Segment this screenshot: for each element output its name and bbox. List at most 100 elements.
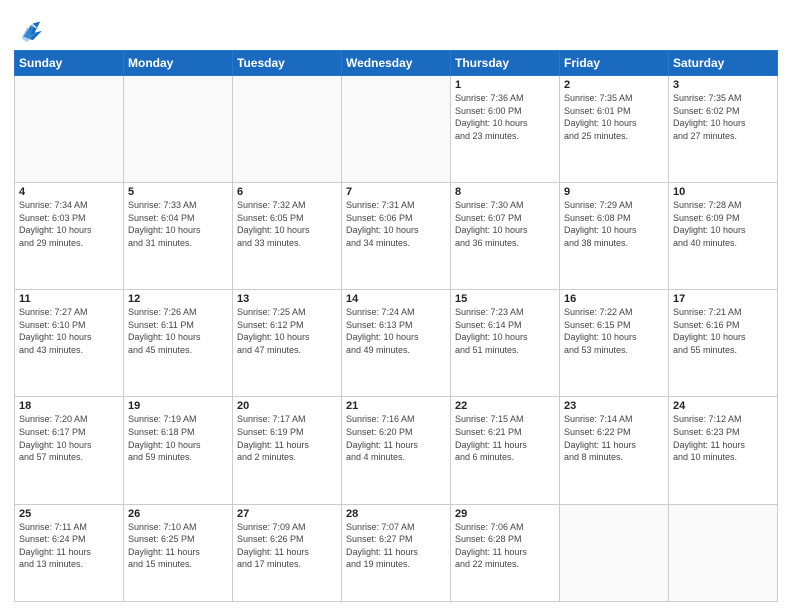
day-info: Sunrise: 7:19 AM Sunset: 6:18 PM Dayligh… <box>128 413 228 463</box>
calendar-cell: 1Sunrise: 7:36 AM Sunset: 6:00 PM Daylig… <box>451 76 560 183</box>
day-info: Sunrise: 7:34 AM Sunset: 6:03 PM Dayligh… <box>19 199 119 249</box>
calendar-cell: 11Sunrise: 7:27 AM Sunset: 6:10 PM Dayli… <box>15 290 124 397</box>
day-number: 22 <box>455 400 555 412</box>
day-number: 7 <box>346 186 446 198</box>
day-info: Sunrise: 7:20 AM Sunset: 6:17 PM Dayligh… <box>19 413 119 463</box>
day-info: Sunrise: 7:31 AM Sunset: 6:06 PM Dayligh… <box>346 199 446 249</box>
day-number: 27 <box>237 508 337 520</box>
week-row: 1Sunrise: 7:36 AM Sunset: 6:00 PM Daylig… <box>15 76 778 183</box>
col-header-tuesday: Tuesday <box>233 51 342 76</box>
calendar-cell: 27Sunrise: 7:09 AM Sunset: 6:26 PM Dayli… <box>233 504 342 601</box>
day-info: Sunrise: 7:07 AM Sunset: 6:27 PM Dayligh… <box>346 521 446 571</box>
week-row: 4Sunrise: 7:34 AM Sunset: 6:03 PM Daylig… <box>15 183 778 290</box>
calendar-cell: 6Sunrise: 7:32 AM Sunset: 6:05 PM Daylig… <box>233 183 342 290</box>
col-header-wednesday: Wednesday <box>342 51 451 76</box>
day-info: Sunrise: 7:16 AM Sunset: 6:20 PM Dayligh… <box>346 413 446 463</box>
day-number: 18 <box>19 400 119 412</box>
day-info: Sunrise: 7:35 AM Sunset: 6:02 PM Dayligh… <box>673 92 773 142</box>
day-number: 24 <box>673 400 773 412</box>
day-number: 14 <box>346 293 446 305</box>
day-info: Sunrise: 7:32 AM Sunset: 6:05 PM Dayligh… <box>237 199 337 249</box>
calendar-table: SundayMondayTuesdayWednesdayThursdayFrid… <box>14 50 778 602</box>
day-number: 25 <box>19 508 119 520</box>
day-number: 15 <box>455 293 555 305</box>
calendar-cell: 28Sunrise: 7:07 AM Sunset: 6:27 PM Dayli… <box>342 504 451 601</box>
calendar-cell: 26Sunrise: 7:10 AM Sunset: 6:25 PM Dayli… <box>124 504 233 601</box>
day-number: 8 <box>455 186 555 198</box>
calendar-cell: 10Sunrise: 7:28 AM Sunset: 6:09 PM Dayli… <box>669 183 778 290</box>
calendar-cell: 12Sunrise: 7:26 AM Sunset: 6:11 PM Dayli… <box>124 290 233 397</box>
day-number: 10 <box>673 186 773 198</box>
day-info: Sunrise: 7:06 AM Sunset: 6:28 PM Dayligh… <box>455 521 555 571</box>
calendar-cell <box>342 76 451 183</box>
day-info: Sunrise: 7:29 AM Sunset: 6:08 PM Dayligh… <box>564 199 664 249</box>
day-info: Sunrise: 7:22 AM Sunset: 6:15 PM Dayligh… <box>564 306 664 356</box>
calendar-cell: 18Sunrise: 7:20 AM Sunset: 6:17 PM Dayli… <box>15 397 124 504</box>
day-number: 3 <box>673 79 773 91</box>
calendar-cell <box>124 76 233 183</box>
calendar-body: 1Sunrise: 7:36 AM Sunset: 6:00 PM Daylig… <box>15 76 778 602</box>
calendar-cell: 24Sunrise: 7:12 AM Sunset: 6:23 PM Dayli… <box>669 397 778 504</box>
day-number: 9 <box>564 186 664 198</box>
calendar-header: SundayMondayTuesdayWednesdayThursdayFrid… <box>15 51 778 76</box>
week-row: 25Sunrise: 7:11 AM Sunset: 6:24 PM Dayli… <box>15 504 778 601</box>
day-info: Sunrise: 7:23 AM Sunset: 6:14 PM Dayligh… <box>455 306 555 356</box>
calendar-cell: 17Sunrise: 7:21 AM Sunset: 6:16 PM Dayli… <box>669 290 778 397</box>
calendar-cell <box>560 504 669 601</box>
day-info: Sunrise: 7:15 AM Sunset: 6:21 PM Dayligh… <box>455 413 555 463</box>
calendar-page: SundayMondayTuesdayWednesdayThursdayFrid… <box>0 0 792 612</box>
calendar-cell: 4Sunrise: 7:34 AM Sunset: 6:03 PM Daylig… <box>15 183 124 290</box>
calendar-cell: 9Sunrise: 7:29 AM Sunset: 6:08 PM Daylig… <box>560 183 669 290</box>
calendar-cell <box>233 76 342 183</box>
week-row: 18Sunrise: 7:20 AM Sunset: 6:17 PM Dayli… <box>15 397 778 504</box>
day-info: Sunrise: 7:27 AM Sunset: 6:10 PM Dayligh… <box>19 306 119 356</box>
day-info: Sunrise: 7:14 AM Sunset: 6:22 PM Dayligh… <box>564 413 664 463</box>
day-info: Sunrise: 7:26 AM Sunset: 6:11 PM Dayligh… <box>128 306 228 356</box>
day-info: Sunrise: 7:09 AM Sunset: 6:26 PM Dayligh… <box>237 521 337 571</box>
calendar-cell: 25Sunrise: 7:11 AM Sunset: 6:24 PM Dayli… <box>15 504 124 601</box>
day-number: 5 <box>128 186 228 198</box>
day-info: Sunrise: 7:36 AM Sunset: 6:00 PM Dayligh… <box>455 92 555 142</box>
week-row: 11Sunrise: 7:27 AM Sunset: 6:10 PM Dayli… <box>15 290 778 397</box>
calendar-cell <box>15 76 124 183</box>
calendar-cell: 14Sunrise: 7:24 AM Sunset: 6:13 PM Dayli… <box>342 290 451 397</box>
day-info: Sunrise: 7:11 AM Sunset: 6:24 PM Dayligh… <box>19 521 119 571</box>
calendar-cell: 16Sunrise: 7:22 AM Sunset: 6:15 PM Dayli… <box>560 290 669 397</box>
logo-icon <box>14 16 42 44</box>
day-number: 19 <box>128 400 228 412</box>
calendar-cell: 21Sunrise: 7:16 AM Sunset: 6:20 PM Dayli… <box>342 397 451 504</box>
day-info: Sunrise: 7:21 AM Sunset: 6:16 PM Dayligh… <box>673 306 773 356</box>
day-info: Sunrise: 7:30 AM Sunset: 6:07 PM Dayligh… <box>455 199 555 249</box>
calendar-cell: 29Sunrise: 7:06 AM Sunset: 6:28 PM Dayli… <box>451 504 560 601</box>
col-header-friday: Friday <box>560 51 669 76</box>
day-number: 28 <box>346 508 446 520</box>
day-number: 2 <box>564 79 664 91</box>
header-row: SundayMondayTuesdayWednesdayThursdayFrid… <box>15 51 778 76</box>
day-number: 1 <box>455 79 555 91</box>
calendar-cell <box>669 504 778 601</box>
day-number: 20 <box>237 400 337 412</box>
day-number: 26 <box>128 508 228 520</box>
day-info: Sunrise: 7:33 AM Sunset: 6:04 PM Dayligh… <box>128 199 228 249</box>
day-info: Sunrise: 7:12 AM Sunset: 6:23 PM Dayligh… <box>673 413 773 463</box>
calendar-cell: 7Sunrise: 7:31 AM Sunset: 6:06 PM Daylig… <box>342 183 451 290</box>
col-header-saturday: Saturday <box>669 51 778 76</box>
day-number: 17 <box>673 293 773 305</box>
day-number: 21 <box>346 400 446 412</box>
col-header-thursday: Thursday <box>451 51 560 76</box>
calendar-cell: 5Sunrise: 7:33 AM Sunset: 6:04 PM Daylig… <box>124 183 233 290</box>
day-info: Sunrise: 7:28 AM Sunset: 6:09 PM Dayligh… <box>673 199 773 249</box>
day-number: 13 <box>237 293 337 305</box>
calendar-cell: 19Sunrise: 7:19 AM Sunset: 6:18 PM Dayli… <box>124 397 233 504</box>
calendar-cell: 23Sunrise: 7:14 AM Sunset: 6:22 PM Dayli… <box>560 397 669 504</box>
day-info: Sunrise: 7:35 AM Sunset: 6:01 PM Dayligh… <box>564 92 664 142</box>
day-info: Sunrise: 7:17 AM Sunset: 6:19 PM Dayligh… <box>237 413 337 463</box>
calendar-cell: 22Sunrise: 7:15 AM Sunset: 6:21 PM Dayli… <box>451 397 560 504</box>
calendar-cell: 2Sunrise: 7:35 AM Sunset: 6:01 PM Daylig… <box>560 76 669 183</box>
col-header-monday: Monday <box>124 51 233 76</box>
top-section <box>14 12 778 44</box>
day-number: 6 <box>237 186 337 198</box>
col-header-sunday: Sunday <box>15 51 124 76</box>
day-number: 4 <box>19 186 119 198</box>
day-number: 23 <box>564 400 664 412</box>
